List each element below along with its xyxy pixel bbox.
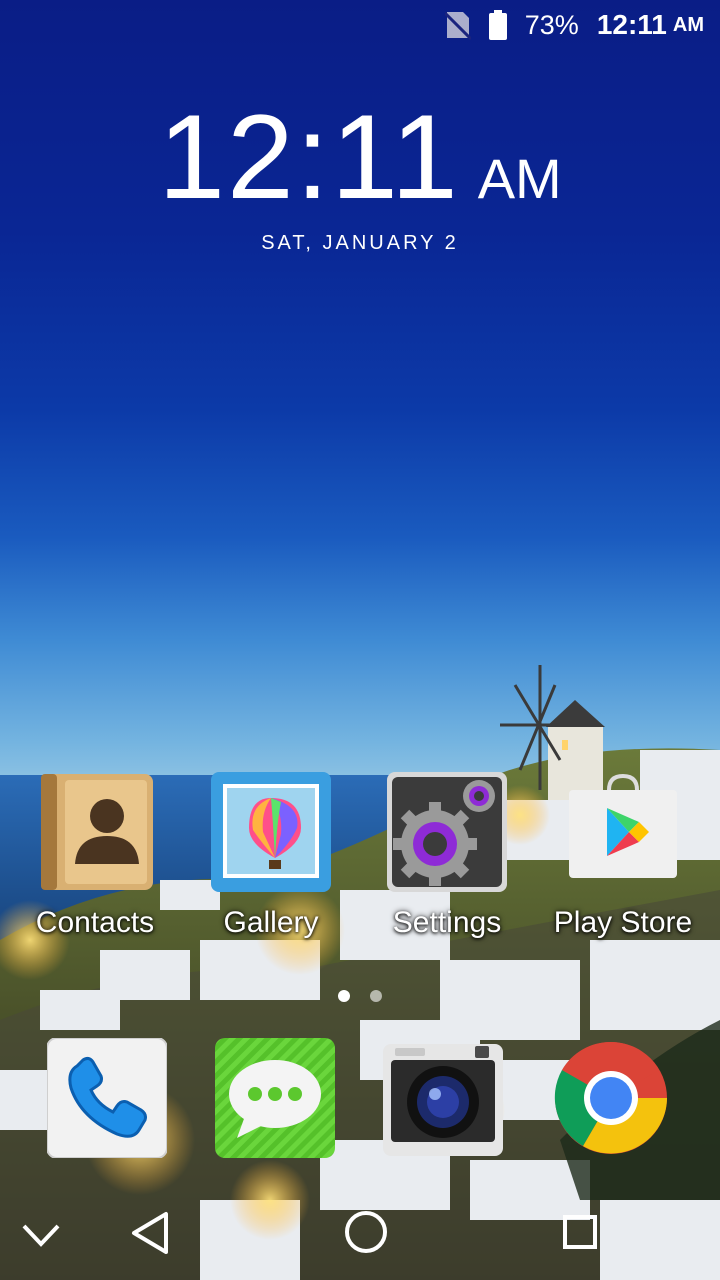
collapse-icon[interactable] bbox=[18, 1212, 64, 1258]
app-label: Gallery bbox=[223, 906, 319, 939]
no-sim-icon bbox=[444, 10, 471, 40]
app-play-store[interactable]: Play Store bbox=[538, 772, 708, 940]
play-store-icon bbox=[563, 772, 683, 892]
page-dot-2[interactable] bbox=[370, 990, 382, 1002]
gallery-icon bbox=[211, 772, 331, 892]
app-contacts[interactable]: Contacts bbox=[10, 772, 180, 940]
clock-digits: 12:11 bbox=[158, 90, 460, 224]
recents-icon[interactable] bbox=[560, 1212, 600, 1252]
chrome-icon bbox=[551, 1038, 671, 1158]
battery-percent: 73% bbox=[524, 9, 579, 40]
dock-chrome[interactable] bbox=[526, 1038, 696, 1158]
clock-time: 12:11 AM bbox=[158, 88, 561, 226]
app-gallery[interactable]: Gallery bbox=[186, 772, 356, 940]
clock-widget[interactable]: 12:11 AM SAT, JANUARY 2 bbox=[0, 88, 720, 255]
page-dot-1[interactable] bbox=[338, 990, 350, 1002]
battery-icon bbox=[488, 10, 507, 40]
status-clock: 12:11 AM bbox=[597, 9, 704, 41]
app-label: Contacts bbox=[35, 906, 155, 939]
home-icon[interactable] bbox=[342, 1208, 390, 1256]
dock-phone[interactable] bbox=[22, 1037, 192, 1159]
back-icon[interactable] bbox=[128, 1208, 174, 1258]
messaging-icon bbox=[215, 1038, 335, 1158]
app-label: Settings bbox=[392, 906, 502, 939]
camera-icon bbox=[383, 1038, 503, 1158]
app-settings[interactable]: Settings bbox=[362, 772, 532, 940]
status-ampm: AM bbox=[672, 13, 704, 36]
phone-icon bbox=[46, 1037, 168, 1159]
status-bar: 73% 12:11 AM bbox=[0, 0, 720, 50]
contacts-icon bbox=[35, 772, 155, 892]
status-time: 12:11 bbox=[596, 9, 667, 40]
dock-camera[interactable] bbox=[358, 1038, 528, 1158]
app-label: Play Store bbox=[553, 906, 693, 939]
settings-icon bbox=[387, 772, 507, 892]
clock-ampm: AM bbox=[477, 147, 562, 210]
page-indicator[interactable] bbox=[0, 990, 720, 1002]
wallpaper-town bbox=[0, 665, 720, 1280]
navigation-bar bbox=[0, 1190, 720, 1280]
clock-date: SAT, JANUARY 2 bbox=[261, 232, 459, 254]
dock-messaging[interactable] bbox=[190, 1038, 360, 1158]
